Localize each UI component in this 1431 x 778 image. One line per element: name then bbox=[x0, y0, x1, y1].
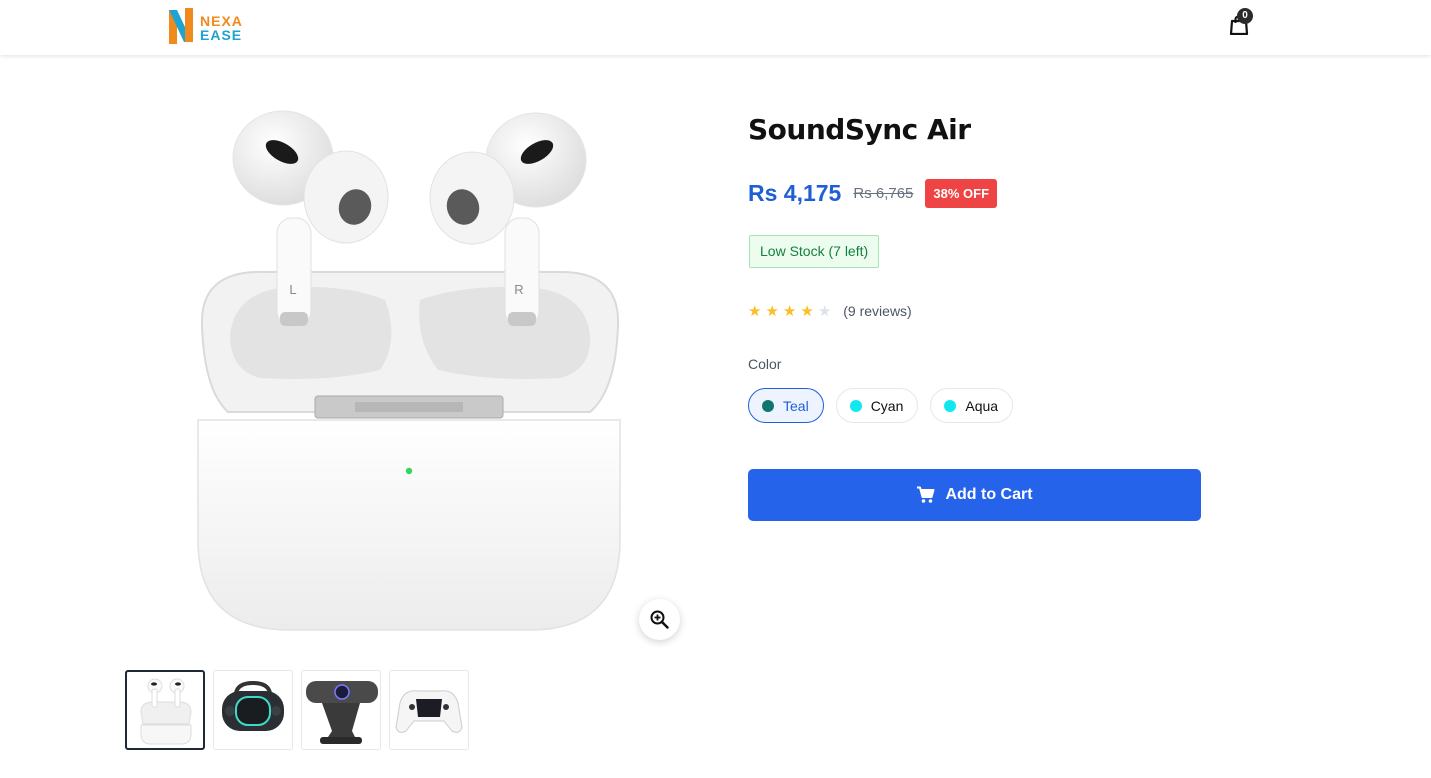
thumbnail-strip bbox=[125, 670, 469, 750]
thumbnail-earbuds[interactable] bbox=[125, 670, 205, 750]
earbuds-case-image: L R bbox=[197, 110, 621, 631]
thumbnail-webcam[interactable] bbox=[301, 670, 381, 750]
add-to-cart-label: Add to Cart bbox=[945, 486, 1033, 503]
webcam-thumbnail-image bbox=[306, 681, 378, 744]
thumbnail-gamepad[interactable] bbox=[389, 670, 469, 750]
color-label: Color bbox=[748, 356, 782, 372]
color-option-label: Aqua bbox=[965, 397, 999, 414]
speaker-thumbnail-image bbox=[222, 680, 284, 731]
cart-button[interactable]: 0 bbox=[1226, 8, 1256, 38]
thumbnail-speaker[interactable] bbox=[213, 670, 293, 750]
color-option-teal[interactable]: Teal bbox=[748, 388, 824, 423]
color-dot bbox=[762, 399, 774, 412]
price-row: Rs 4,175 Rs 6,765 38% OFF bbox=[748, 178, 998, 208]
discount-badge: 38% OFF bbox=[925, 178, 998, 208]
cart-count-badge: 0 bbox=[1237, 8, 1253, 24]
color-option-label: Teal bbox=[783, 397, 809, 414]
review-count-link[interactable]: (9 reviews) bbox=[843, 303, 911, 319]
star-icon: ★ bbox=[748, 303, 762, 320]
zoom-button[interactable] bbox=[639, 599, 680, 640]
brand-logo[interactable]: NEXA EASE bbox=[166, 6, 250, 46]
current-price: Rs 4,175 bbox=[748, 179, 842, 206]
gamepad-thumbnail-image bbox=[395, 690, 463, 733]
color-dot bbox=[849, 399, 862, 412]
stock-status-badge: Low Stock (7 left) bbox=[749, 235, 880, 268]
color-option-label: Cyan bbox=[870, 397, 904, 414]
logo-n-icon bbox=[169, 8, 193, 44]
color-option-cyan[interactable]: Cyan bbox=[835, 388, 919, 423]
earbuds-thumbnail-image bbox=[140, 678, 192, 745]
product-main-image[interactable]: L R bbox=[180, 90, 650, 650]
svg-text:R: R bbox=[514, 282, 523, 297]
site-header: NEXA EASE 0 bbox=[0, 0, 1431, 55]
zoom-in-icon bbox=[650, 610, 669, 629]
color-options: Teal Cyan Aqua bbox=[748, 388, 1014, 423]
color-dot bbox=[944, 399, 957, 412]
rating-row: ★ ★ ★ ★ ★ (9 reviews) bbox=[748, 301, 912, 321]
star-icon: ★ bbox=[765, 303, 779, 320]
star-icon: ★ bbox=[782, 303, 797, 320]
original-price: Rs 6,765 bbox=[853, 184, 914, 202]
product-title: SoundSync Air bbox=[748, 113, 971, 146]
svg-text:L: L bbox=[289, 282, 296, 297]
logo-word-bottom: EASE bbox=[200, 27, 243, 43]
star-icon: ★ bbox=[817, 303, 832, 320]
star-icon: ★ bbox=[800, 303, 814, 320]
add-to-cart-button[interactable]: Add to Cart bbox=[748, 469, 1201, 521]
color-option-aqua[interactable]: Aqua bbox=[930, 388, 1014, 423]
cart-icon bbox=[917, 486, 935, 503]
